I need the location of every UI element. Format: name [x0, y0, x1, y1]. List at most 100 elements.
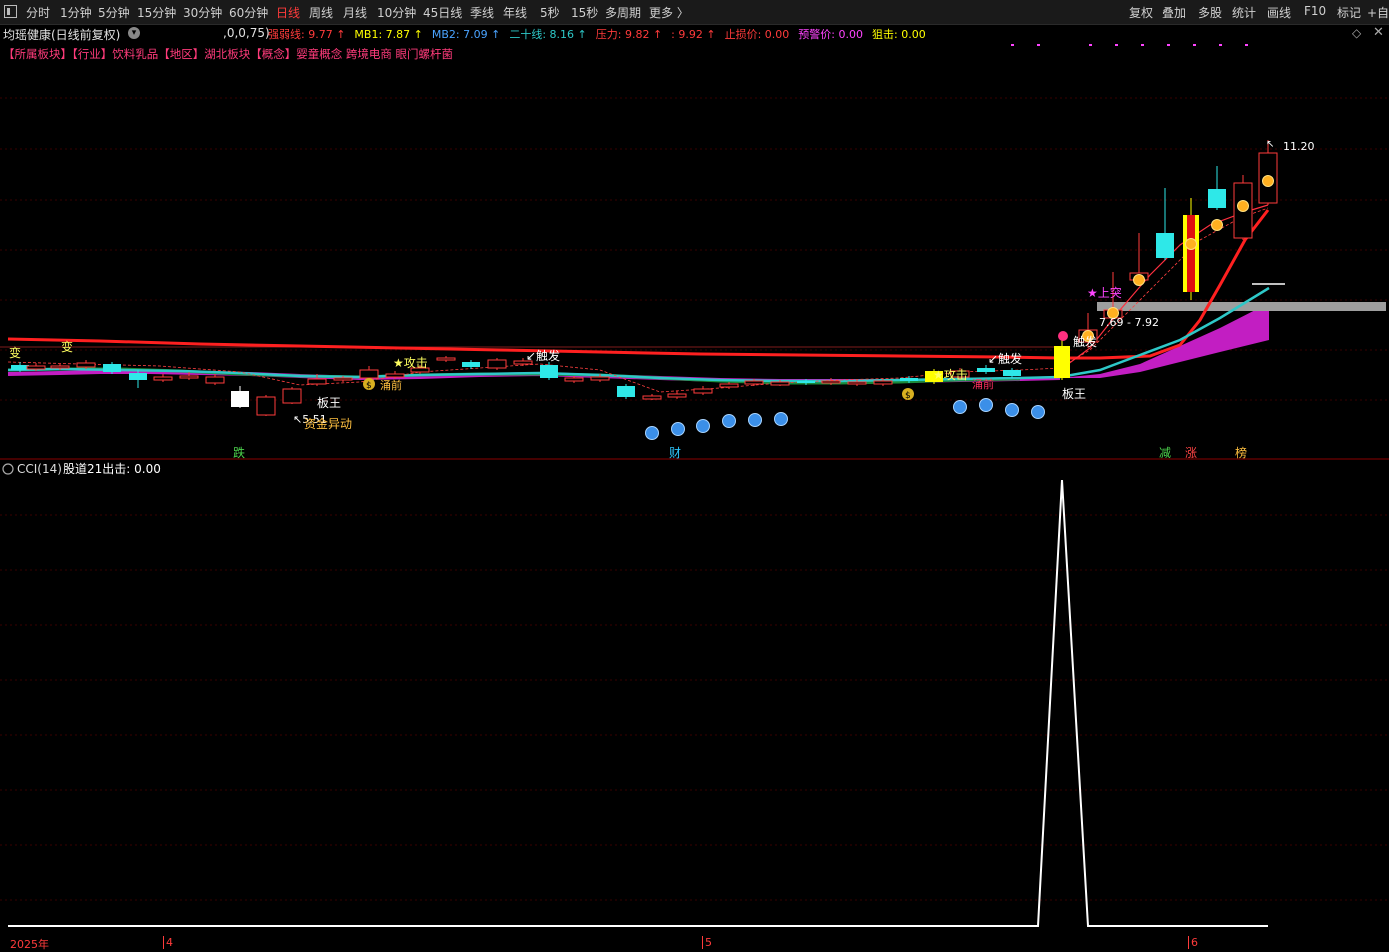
date-apr: 4 — [163, 936, 173, 949]
f10-button[interactable]: F10 — [1304, 4, 1326, 18]
indicator-values: 强弱线: 9.77 ↑ MB1: 7.87 ↑ MB2: 7.09 ↑ 二十线: 8.… — [268, 26, 935, 42]
signal-dot-4 — [1211, 219, 1223, 231]
indicator-3: 二十线: 8.16 ↑ — [509, 28, 587, 41]
candle-10[interactable] — [256, 395, 276, 416]
tab-45day[interactable]: 45日线 — [423, 4, 462, 21]
yongqian-label-2: 涌前 — [972, 377, 994, 391]
tab-1min[interactable]: 1分钟 — [60, 4, 92, 21]
indicator-params: ,0,0,75) — [223, 26, 270, 40]
event-cai[interactable]: 财 — [669, 446, 681, 460]
candle-17[interactable] — [436, 356, 456, 362]
fuquan-button[interactable]: 复权 — [1129, 4, 1153, 21]
blue-ball-8 — [1005, 403, 1019, 417]
blue-ball-7 — [979, 398, 993, 412]
candle-8[interactable] — [205, 374, 225, 385]
event-die[interactable]: 跌 — [233, 445, 245, 460]
candle-26[interactable] — [667, 391, 687, 399]
tab-quarterly[interactable]: 季线 — [470, 4, 494, 21]
top-marker-1 — [1037, 44, 1040, 46]
tab-fenshi[interactable]: 分时 — [26, 4, 50, 21]
candle-40[interactable] — [1054, 340, 1070, 380]
candle-14[interactable] — [359, 366, 379, 380]
close-icon[interactable]: ✕ — [1373, 25, 1384, 40]
stock-title[interactable]: 均瑶健康(日线前复权) — [3, 26, 120, 43]
top-marker-3 — [1115, 44, 1118, 46]
candle-11[interactable] — [282, 387, 302, 404]
event-bang[interactable]: 榜 — [1235, 445, 1247, 460]
dropdown-icon[interactable]: ▾ — [128, 27, 140, 39]
top-marker-5 — [1167, 44, 1170, 46]
blue-ball-9 — [1031, 405, 1045, 419]
settings-icon[interactable] — [2, 463, 14, 475]
trigger-label-1: ↙触发 — [526, 348, 560, 363]
cci-extra: 股道21出击: 0.00 — [63, 462, 161, 476]
blue-ball-0 — [645, 426, 659, 440]
candle-19[interactable] — [487, 358, 507, 370]
indicator-7: 预警价: 0.00 — [798, 28, 863, 41]
tab-daily[interactable]: 日线 — [276, 4, 300, 21]
high-price-label: 11.20 — [1283, 140, 1315, 153]
tab-yearly[interactable]: 年线 — [503, 4, 527, 21]
add-custom-button[interactable]: +自 — [1367, 4, 1389, 21]
indicator-1: MB1: 7.87 ↑ — [354, 28, 423, 41]
blue-ball-4 — [748, 413, 762, 427]
tab-more[interactable]: 更多 〉 — [649, 4, 689, 21]
event-zhang[interactable]: 涨 — [1185, 445, 1197, 460]
tab-30min[interactable]: 30分钟 — [183, 4, 222, 21]
indicator-8: 狙击: 0.00 — [872, 28, 926, 41]
top-marker-7 — [1219, 44, 1222, 46]
candle-18[interactable] — [462, 360, 480, 369]
candle-9[interactable] — [231, 386, 249, 408]
event-jian[interactable]: 减 — [1159, 446, 1171, 460]
top-marker-0 — [1011, 44, 1014, 46]
attack-label-2: ★攻击 — [933, 368, 968, 382]
top-marker-4 — [1141, 44, 1144, 46]
yongqian-label-1: 涌前 — [380, 378, 402, 392]
candle-44[interactable] — [1156, 188, 1174, 260]
tab-multi-period[interactable]: 多周期 — [605, 4, 641, 21]
signal-dot-6 — [1262, 175, 1274, 187]
blue-ball-3 — [722, 414, 736, 428]
multi-stock-button[interactable]: 多股 — [1198, 4, 1222, 21]
candle-25[interactable] — [642, 394, 662, 400]
diamond-icon[interactable]: ◇ — [1352, 26, 1361, 40]
candle-24[interactable] — [617, 384, 635, 399]
tab-weekly[interactable]: 周线 — [309, 4, 333, 21]
tab-10min[interactable]: 10分钟 — [377, 4, 416, 21]
candle-38[interactable] — [977, 365, 995, 374]
indicator-2: MB2: 7.09 ↑ — [431, 28, 501, 41]
bian-label-2: 变 — [61, 339, 73, 354]
menu-icon[interactable] — [4, 5, 17, 18]
top-marker-8 — [1245, 44, 1248, 46]
price-chart[interactable]: 变 变 ★攻击 ★攻击 ↙触发 ↙触发 触发 板王 板王 ↖5.51 资金异动 … — [0, 44, 1389, 460]
candle-21[interactable] — [540, 362, 558, 380]
tab-15min[interactable]: 15分钟 — [137, 4, 176, 21]
tab-15sec[interactable]: 15秒 — [571, 4, 598, 21]
high-marker-icon: ↖ — [1266, 139, 1274, 150]
stats-button[interactable]: 统计 — [1232, 4, 1256, 21]
date-may: 5 — [702, 936, 712, 949]
draw-button[interactable]: 画线 — [1267, 4, 1291, 21]
candle-27[interactable] — [693, 386, 713, 395]
indicator-5: : 9.92 ↑ — [671, 28, 716, 41]
top-marker-2 — [1089, 44, 1092, 46]
cci-line — [8, 479, 1268, 927]
blue-ball-5 — [774, 412, 788, 426]
trigger-label-3: 触发 — [1073, 334, 1097, 349]
blue-ball-6 — [953, 400, 967, 414]
overlay-button[interactable]: 叠加 — [1162, 4, 1186, 21]
bian-label-1: 变 — [9, 345, 21, 360]
cci-chart[interactable]: CCI(14) 股道21出击: 0.00 — [0, 461, 1389, 939]
indicator-4: 压力: 9.82 ↑ — [595, 28, 663, 41]
flower-icon — [1058, 331, 1068, 341]
blue-ball-1 — [671, 422, 685, 436]
signal-dot-3 — [1185, 238, 1197, 250]
mark-button[interactable]: 标记 — [1337, 4, 1361, 21]
candle-6[interactable] — [153, 374, 173, 382]
tab-monthly[interactable]: 月线 — [343, 4, 367, 21]
candle-46[interactable] — [1208, 166, 1226, 210]
tab-5min[interactable]: 5分钟 — [98, 4, 130, 21]
candle-39[interactable] — [1003, 368, 1021, 378]
tab-5sec[interactable]: 5秒 — [540, 4, 560, 21]
tab-60min[interactable]: 60分钟 — [229, 4, 268, 21]
